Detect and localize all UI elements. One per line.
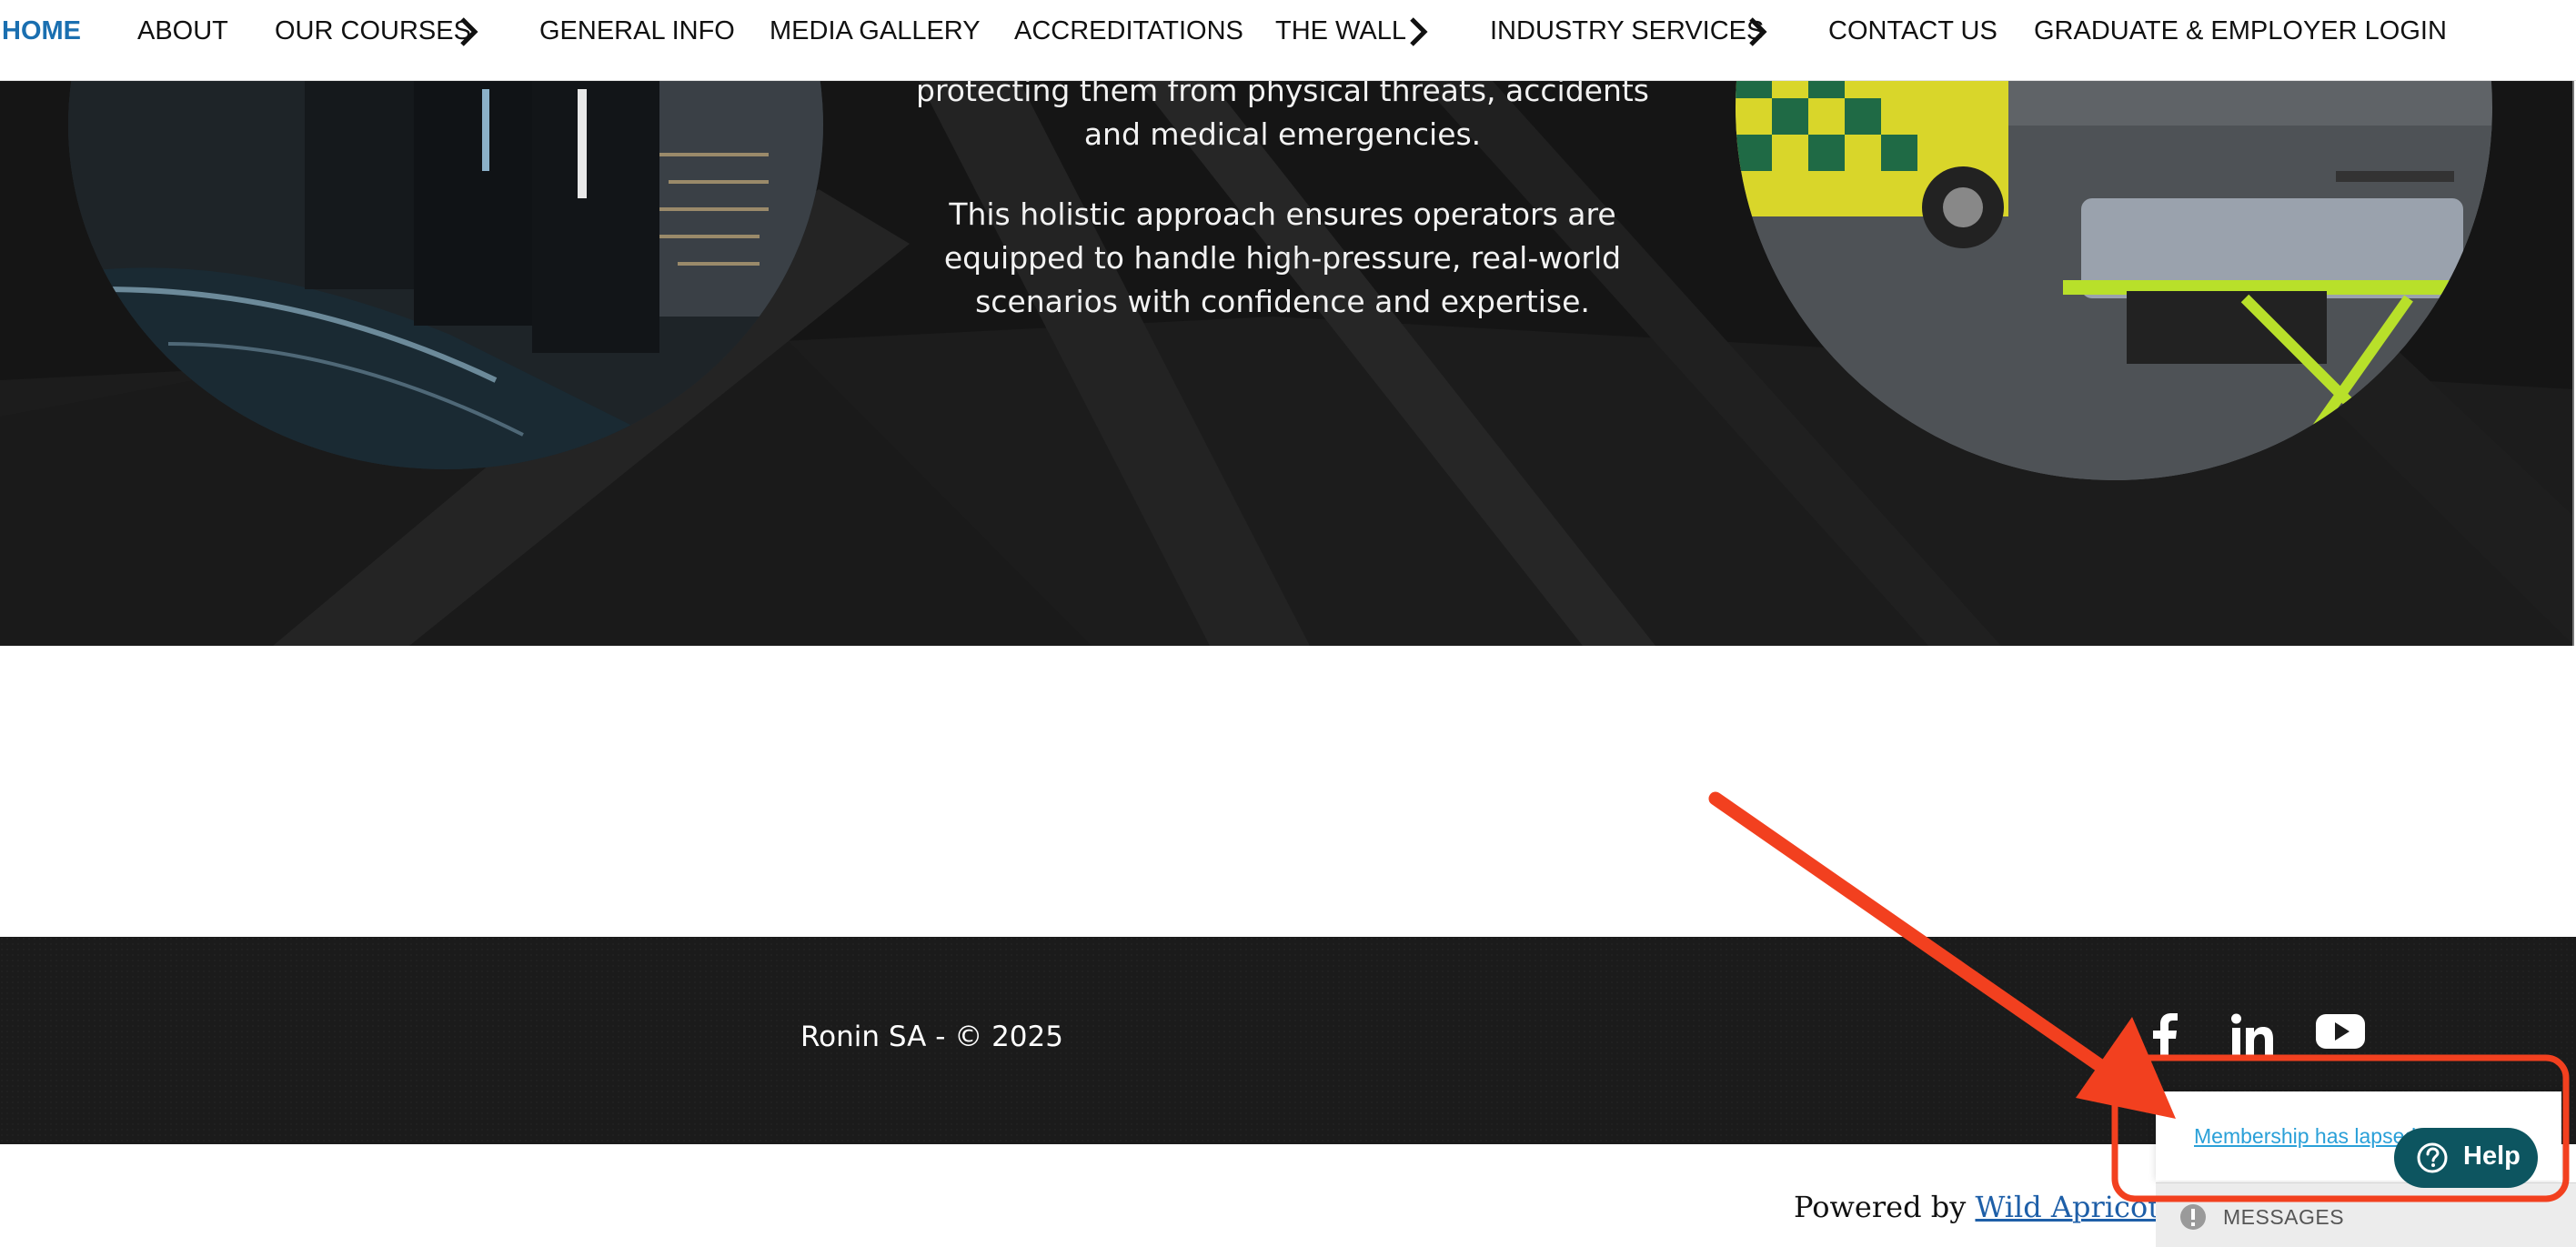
nav-contact-us[interactable]: CONTACT US: [1828, 0, 1997, 62]
hero-paragraph-2: This holistic approach ensures operators…: [891, 193, 1674, 324]
hero-paragraph-1-line: and medical emergencies.: [1083, 116, 1482, 152]
chevron-right-icon[interactable]: [458, 16, 478, 47]
hero-paragraph-1-line: protecting them from physical threats, a…: [916, 80, 1649, 108]
nav-accreditations[interactable]: ACCREDITATIONS: [1014, 0, 1243, 62]
nav-the-wall[interactable]: THE WALL: [1275, 0, 1406, 62]
hero-paragraph-2-line: equipped to handle high-pressure, real-w…: [943, 240, 1622, 276]
messages-label: MESSAGES: [2223, 1205, 2345, 1229]
nav-industry-services[interactable]: INDUSTRY SERVICES: [1490, 0, 1764, 62]
membership-lapsed-link[interactable]: Membership has lapsed: [2194, 1124, 2416, 1149]
youtube-icon[interactable]: [2316, 1013, 2365, 1050]
nav-media-gallery[interactable]: MEDIA GALLERY: [770, 0, 981, 62]
copyright-text: Ronin SA - © 2025: [800, 1021, 1063, 1053]
help-button[interactable]: Help: [2394, 1128, 2538, 1188]
chevron-right-icon[interactable]: [1747, 16, 1767, 47]
nav-our-courses[interactable]: OUR COURSES: [275, 0, 471, 62]
nav-graduate-employer-login[interactable]: GRADUATE & EMPLOYER LOGIN: [2034, 0, 2447, 62]
hero-paragraph-2-line: scenarios with confidence and expertise.: [975, 284, 1590, 319]
powered-by-prefix: Powered by: [1794, 1190, 1976, 1224]
linkedin-icon[interactable]: [2230, 1013, 2274, 1057]
wild-apricot-link[interactable]: Wild Apricot: [1975, 1190, 2159, 1224]
help-label: Help: [2463, 1141, 2521, 1171]
hero-paragraph-2-line: This holistic approach ensures operators…: [949, 196, 1616, 232]
chevron-right-icon[interactable]: [1408, 16, 1428, 47]
question-circle-icon: [2417, 1142, 2448, 1173]
powered-by-line: Powered by Wild Apricot Me: [1794, 1190, 2216, 1224]
messages-bar[interactable]: MESSAGES: [2156, 1182, 2576, 1247]
top-navigation: HOME ABOUT OUR COURSES GENERAL INFO MEDI…: [0, 0, 2576, 81]
nav-about[interactable]: ABOUT: [137, 0, 228, 62]
nav-general-info[interactable]: GENERAL INFO: [539, 0, 735, 62]
hero-paragraph-1: protecting them from physical threats, a…: [891, 80, 1674, 156]
hero-section: protecting them from physical threats, a…: [0, 80, 2574, 646]
nav-home[interactable]: HOME: [2, 0, 81, 62]
warning-icon: [2180, 1204, 2206, 1230]
hero-edge-divider: [2572, 80, 2574, 646]
facebook-icon[interactable]: [2152, 1013, 2178, 1059]
